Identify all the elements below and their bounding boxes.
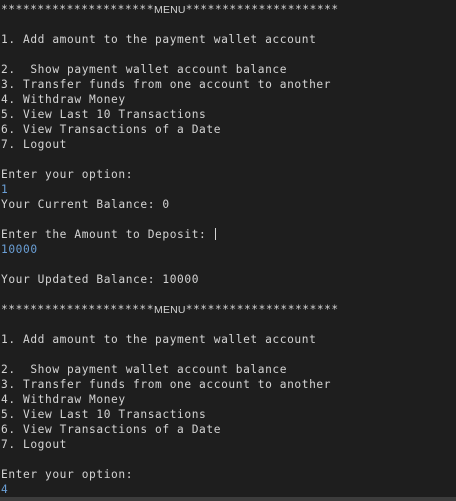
menu-item-add-amount: 1. Add amount to the payment wallet acco… — [1, 33, 317, 46]
deposit-input-value: 10000 — [1, 243, 38, 256]
menu-item-transfer-funds: 3. Transfer funds from one account to an… — [1, 78, 332, 91]
menu-item-show-balance: 2. Show payment wallet account balance — [1, 363, 288, 376]
deposit-prompt-line: Enter the Amount to Deposit: — [1, 227, 456, 242]
menu-item-transactions-of-date: 6. View Transactions of a Date — [1, 123, 222, 136]
option-input-value: 1 — [1, 183, 9, 196]
menu-banner-right-stars: ********************* — [185, 3, 339, 16]
menu-item-logout: 7. Logout — [1, 138, 68, 151]
menu-item-withdraw: 4. Withdraw Money — [1, 393, 126, 406]
deposit-prompt: Enter the Amount to Deposit: — [1, 228, 214, 241]
current-balance-output: Your Current Balance: 0 — [1, 198, 170, 211]
menu-item-last-10-transactions: 5. View Last 10 Transactions — [1, 108, 207, 121]
menu-item-last-10-transactions: 5. View Last 10 Transactions — [1, 408, 207, 421]
menu-banner-right-stars: ********************* — [185, 303, 339, 316]
bottom-border — [0, 497, 456, 501]
menu-item-transfer-funds: 3. Transfer funds from one account to an… — [1, 378, 332, 391]
menu-item-transactions-of-date: 6. View Transactions of a Date — [1, 423, 222, 436]
option-prompt: Enter your option: — [1, 168, 134, 181]
option-prompt: Enter your option: — [1, 468, 134, 481]
menu-item-logout: 7. Logout — [1, 438, 68, 451]
console-output[interactable]: *********************MENU***************… — [0, 0, 456, 501]
menu-banner-left-stars: ********************* — [1, 303, 154, 316]
menu-banner: *********************MENU***************… — [1, 2, 456, 17]
menu-banner-title: MENU — [154, 304, 186, 316]
menu-banner: *********************MENU***************… — [1, 302, 456, 317]
option-input-value: 4 — [1, 483, 9, 496]
menu-banner-left-stars: ********************* — [1, 3, 154, 16]
menu-banner-title: MENU — [154, 4, 186, 16]
menu-item-add-amount: 1. Add amount to the payment wallet acco… — [1, 333, 317, 346]
menu-item-withdraw: 4. Withdraw Money — [1, 93, 126, 106]
menu-item-show-balance: 2. Show payment wallet account balance — [1, 63, 288, 76]
updated-balance-output: Your Updated Balance: 10000 — [1, 273, 200, 286]
text-caret — [214, 228, 216, 240]
